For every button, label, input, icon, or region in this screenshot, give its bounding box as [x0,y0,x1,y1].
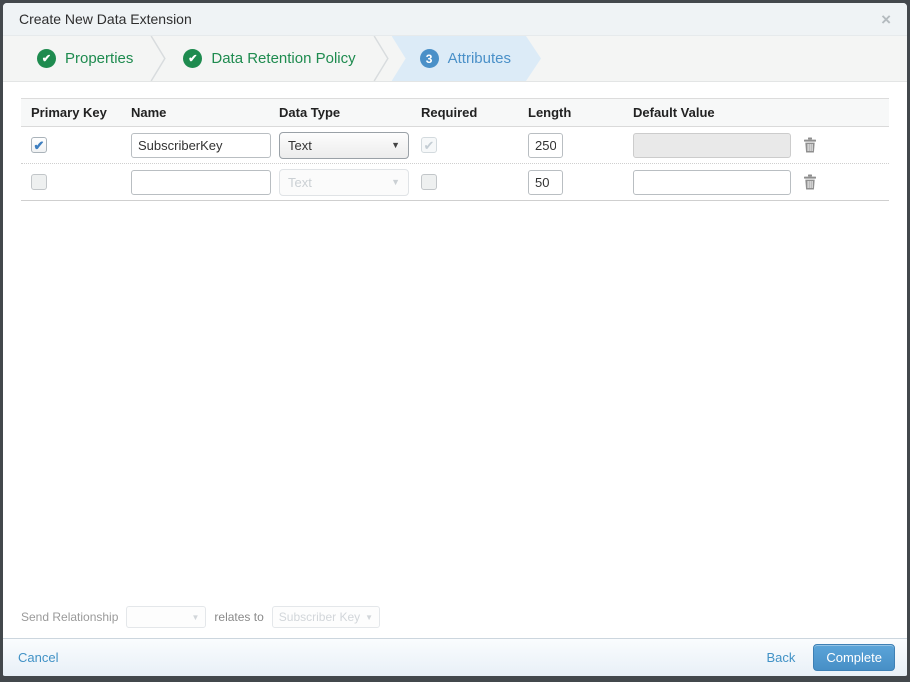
relates-to-target-select: Subscriber Key ▼ [271,606,381,628]
dialog-titlebar: Create New Data Extension × [3,3,907,36]
primary-key-checkbox[interactable] [31,137,47,153]
table-row: Text ▼ [21,127,889,164]
chevron-down-icon: ▼ [391,140,400,150]
data-type-value: Text [288,137,312,153]
length-input[interactable] [528,169,563,195]
delete-row-icon[interactable] [803,174,817,190]
step-label: Data Retention Policy [211,50,356,67]
wizard-step-data-retention-policy[interactable]: Data Retention Policy [169,36,369,81]
check-circle-icon [183,49,203,68]
required-checkbox[interactable] [421,174,437,190]
default-value-input [633,132,791,158]
table-row: Text ▼ [21,164,889,201]
dialog-title: Create New Data Extension [19,11,192,27]
data-type-value: Text [288,174,312,190]
dialog-footer: Cancel Back Complete [3,638,907,676]
field-name-input[interactable] [131,132,271,158]
data-type-select[interactable]: Text ▼ [279,131,409,159]
step-label: Attributes [447,50,511,67]
table-header-row: Primary Key Name Data Type Required Leng… [21,99,889,127]
data-type-select: Text ▼ [279,168,409,196]
column-header-primary-key: Primary Key [31,105,107,120]
column-header-name: Name [131,105,167,120]
back-link[interactable]: Back [766,650,795,665]
relates-to-target-value: Subscriber Key [278,610,361,624]
cancel-link[interactable]: Cancel [18,650,58,665]
delete-row-icon[interactable] [803,137,817,153]
step-label: Properties [65,50,134,67]
column-header-data-type: Data Type [279,105,341,120]
column-header-length: Length [528,105,572,120]
column-header-default-value: Default Value [633,105,715,120]
attributes-table: Primary Key Name Data Type Required Leng… [21,98,889,201]
send-relationship-label: Send Relationship [21,610,119,624]
create-data-extension-dialog: Create New Data Extension × Properties D… [0,0,910,682]
step-separator-icon [150,36,167,81]
primary-key-checkbox[interactable] [31,174,47,190]
check-circle-icon [37,49,56,68]
relates-to-label: relates to [214,610,264,624]
chevron-down-icon: ▼ [191,612,200,622]
default-value-input[interactable] [633,169,791,195]
chevron-down-icon: ▼ [365,612,374,622]
column-header-required: Required [421,105,478,120]
close-icon[interactable]: × [881,11,891,28]
complete-button[interactable]: Complete [813,644,895,671]
step-separator-icon [373,36,389,81]
field-name-input[interactable] [131,169,271,195]
length-input[interactable] [528,132,563,158]
send-relationship-row: Send Relationship ▼ relates to Subscribe… [21,606,381,628]
send-relationship-field-select: ▼ [126,606,207,628]
wizard-step-properties[interactable]: Properties [23,36,147,81]
step-number-badge: 3 [420,49,439,68]
dialog-content: Primary Key Name Data Type Required Leng… [3,82,907,638]
chevron-down-icon: ▼ [391,177,400,187]
wizard-steps-bar: Properties Data Retention Policy 3 Attri… [3,36,907,82]
wizard-step-attributes[interactable]: 3 Attributes [392,36,541,81]
required-checkbox [421,137,437,153]
